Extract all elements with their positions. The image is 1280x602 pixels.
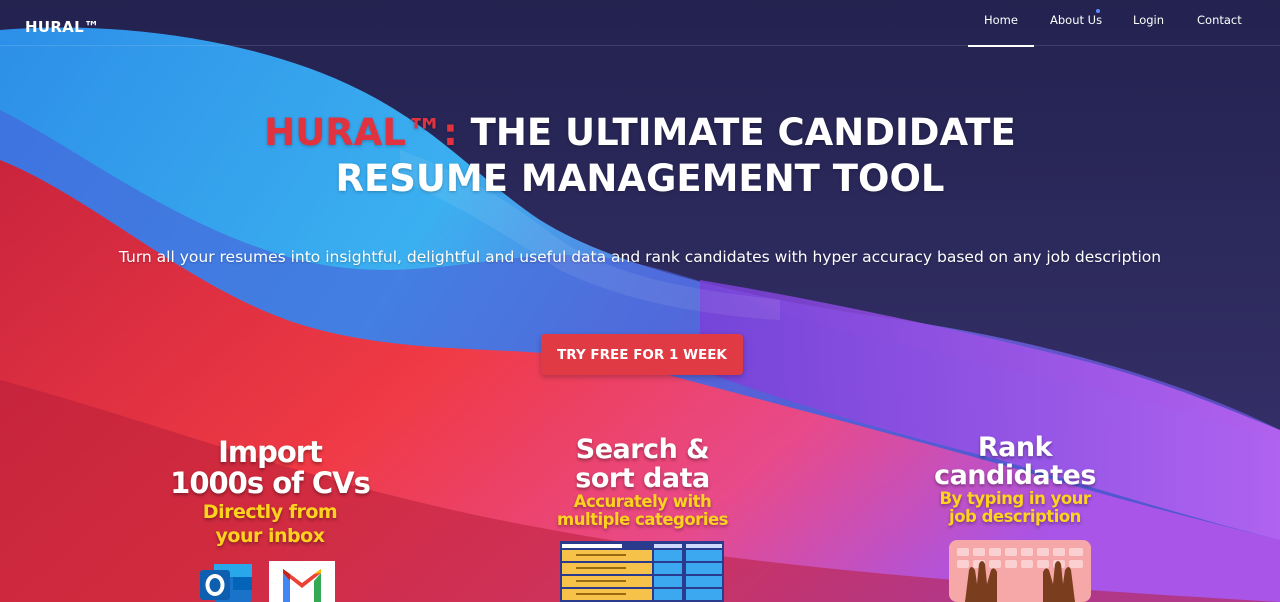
keyboard-hands-image <box>949 540 1091 602</box>
feature-subheading-line: your inbox <box>215 525 325 547</box>
feature-heading-line: Rank <box>977 432 1053 463</box>
navbar: HURAL™ Home About Us Login Contact <box>0 0 1280 47</box>
feature-subheading-line: multiple categories <box>557 510 729 529</box>
feature-subheading-line: Accurately with <box>573 492 712 511</box>
gmail-icon <box>269 561 335 602</box>
brand-logo[interactable]: HURAL™ <box>25 18 99 36</box>
feature-subheading-line: Directly from <box>202 501 338 523</box>
nav-home[interactable]: Home <box>984 13 1018 27</box>
nav-contact[interactable]: Contact <box>1197 13 1242 27</box>
feature-heading-line: Search & <box>575 434 710 465</box>
try-free-button[interactable]: TRY FREE FOR 1 WEEK <box>541 334 743 375</box>
feature-subheading-line: By typing in your <box>939 489 1091 508</box>
feature-heading-line: sort data <box>575 463 710 494</box>
feature-import: Import 1000s of CVs Directly from your i… <box>150 435 390 548</box>
hero-title: HURAL™: THE ULTIMATE CANDIDATE RESUME MA… <box>0 110 1280 202</box>
feature-heading-line: Import <box>218 435 323 469</box>
feature-rank: Rank candidates By typing in your job de… <box>905 434 1125 526</box>
feature-search-sort: Search & sort data Accurately with multi… <box>530 435 755 529</box>
hero-title-brand: HURAL™: <box>264 111 458 154</box>
notification-dot <box>1096 9 1100 13</box>
feature-heading-line: 1000s of CVs <box>170 466 371 500</box>
hero-title-line-2: RESUME MANAGEMENT TOOL <box>335 157 945 200</box>
hero-title-line-1: THE ULTIMATE CANDIDATE <box>457 111 1016 154</box>
feature-subheading-line: job description <box>949 507 1081 526</box>
nav-about-us[interactable]: About Us <box>1050 13 1102 27</box>
data-table-image <box>560 541 724 602</box>
hero-subtitle: Turn all your resumes into insightful, d… <box>118 248 1162 266</box>
feature-heading-line: candidates <box>934 460 1096 491</box>
outlook-icon <box>200 564 252 602</box>
nav-login[interactable]: Login <box>1133 13 1164 27</box>
active-nav-indicator <box>968 45 1034 47</box>
